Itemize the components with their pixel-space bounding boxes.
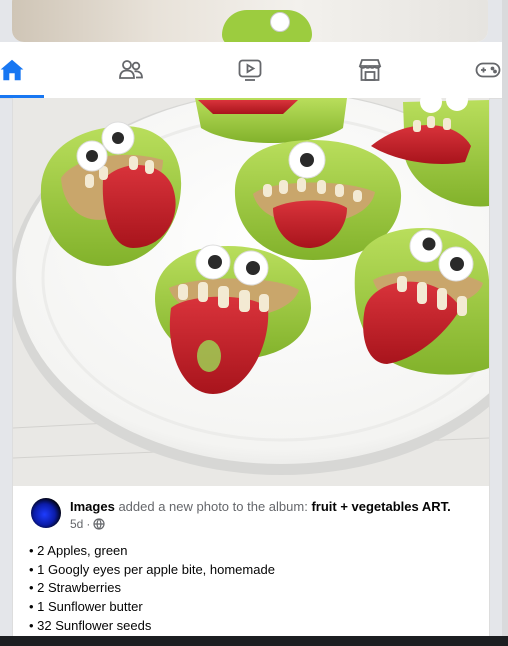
- avatar[interactable]: [31, 498, 61, 528]
- previous-photo-apple: [222, 10, 312, 42]
- apple-monster-right: [354, 228, 489, 375]
- home-icon: [0, 59, 24, 81]
- gaming-controller-icon: [475, 62, 501, 78]
- tab-gaming[interactable]: [456, 42, 502, 98]
- timestamp[interactable]: 5d: [70, 517, 83, 531]
- post-header-text: Images added a new photo to the album: f…: [70, 498, 475, 516]
- top-nav-bar: [0, 42, 502, 99]
- marketplace-icon: [358, 59, 382, 81]
- list-item: 2 Apples, green: [29, 542, 469, 561]
- friends-icon: [119, 60, 143, 79]
- tab-friends[interactable]: [99, 42, 163, 98]
- window-edge: [502, 0, 508, 646]
- tab-marketplace[interactable]: [338, 42, 402, 98]
- post-photo[interactable]: [13, 98, 489, 486]
- previous-post-image[interactable]: [12, 0, 488, 42]
- action-text: added a new photo to the album:: [118, 499, 308, 514]
- tab-video[interactable]: [218, 42, 282, 98]
- album-link[interactable]: fruit + vegetables ART.: [311, 499, 450, 514]
- author-name[interactable]: Images: [70, 499, 115, 514]
- taskbar-edge: [0, 636, 508, 646]
- globe-icon: [93, 518, 105, 530]
- meta-separator: ·: [86, 517, 91, 531]
- list-item: 2 Strawberries: [29, 579, 469, 598]
- post-header: Images added a new photo to the album: f…: [31, 498, 471, 538]
- list-item: 1 Sunflower butter: [29, 598, 469, 617]
- app-window: Images added a new photo to the album: f…: [0, 0, 502, 636]
- previous-photo-eye: [270, 12, 290, 32]
- list-item: 32 Sunflower seeds: [29, 617, 469, 636]
- list-item: 1 Googly eyes per apple bite, homemade: [29, 561, 469, 580]
- tab-home[interactable]: [0, 42, 44, 98]
- post-card: Images added a new photo to the album: f…: [12, 98, 490, 636]
- ingredient-list: 2 Apples, green 1 Googly eyes per apple …: [29, 542, 469, 636]
- apple-monsters-photo: [13, 98, 489, 486]
- video-icon: [238, 59, 262, 81]
- post-meta: 5d ·: [70, 517, 105, 531]
